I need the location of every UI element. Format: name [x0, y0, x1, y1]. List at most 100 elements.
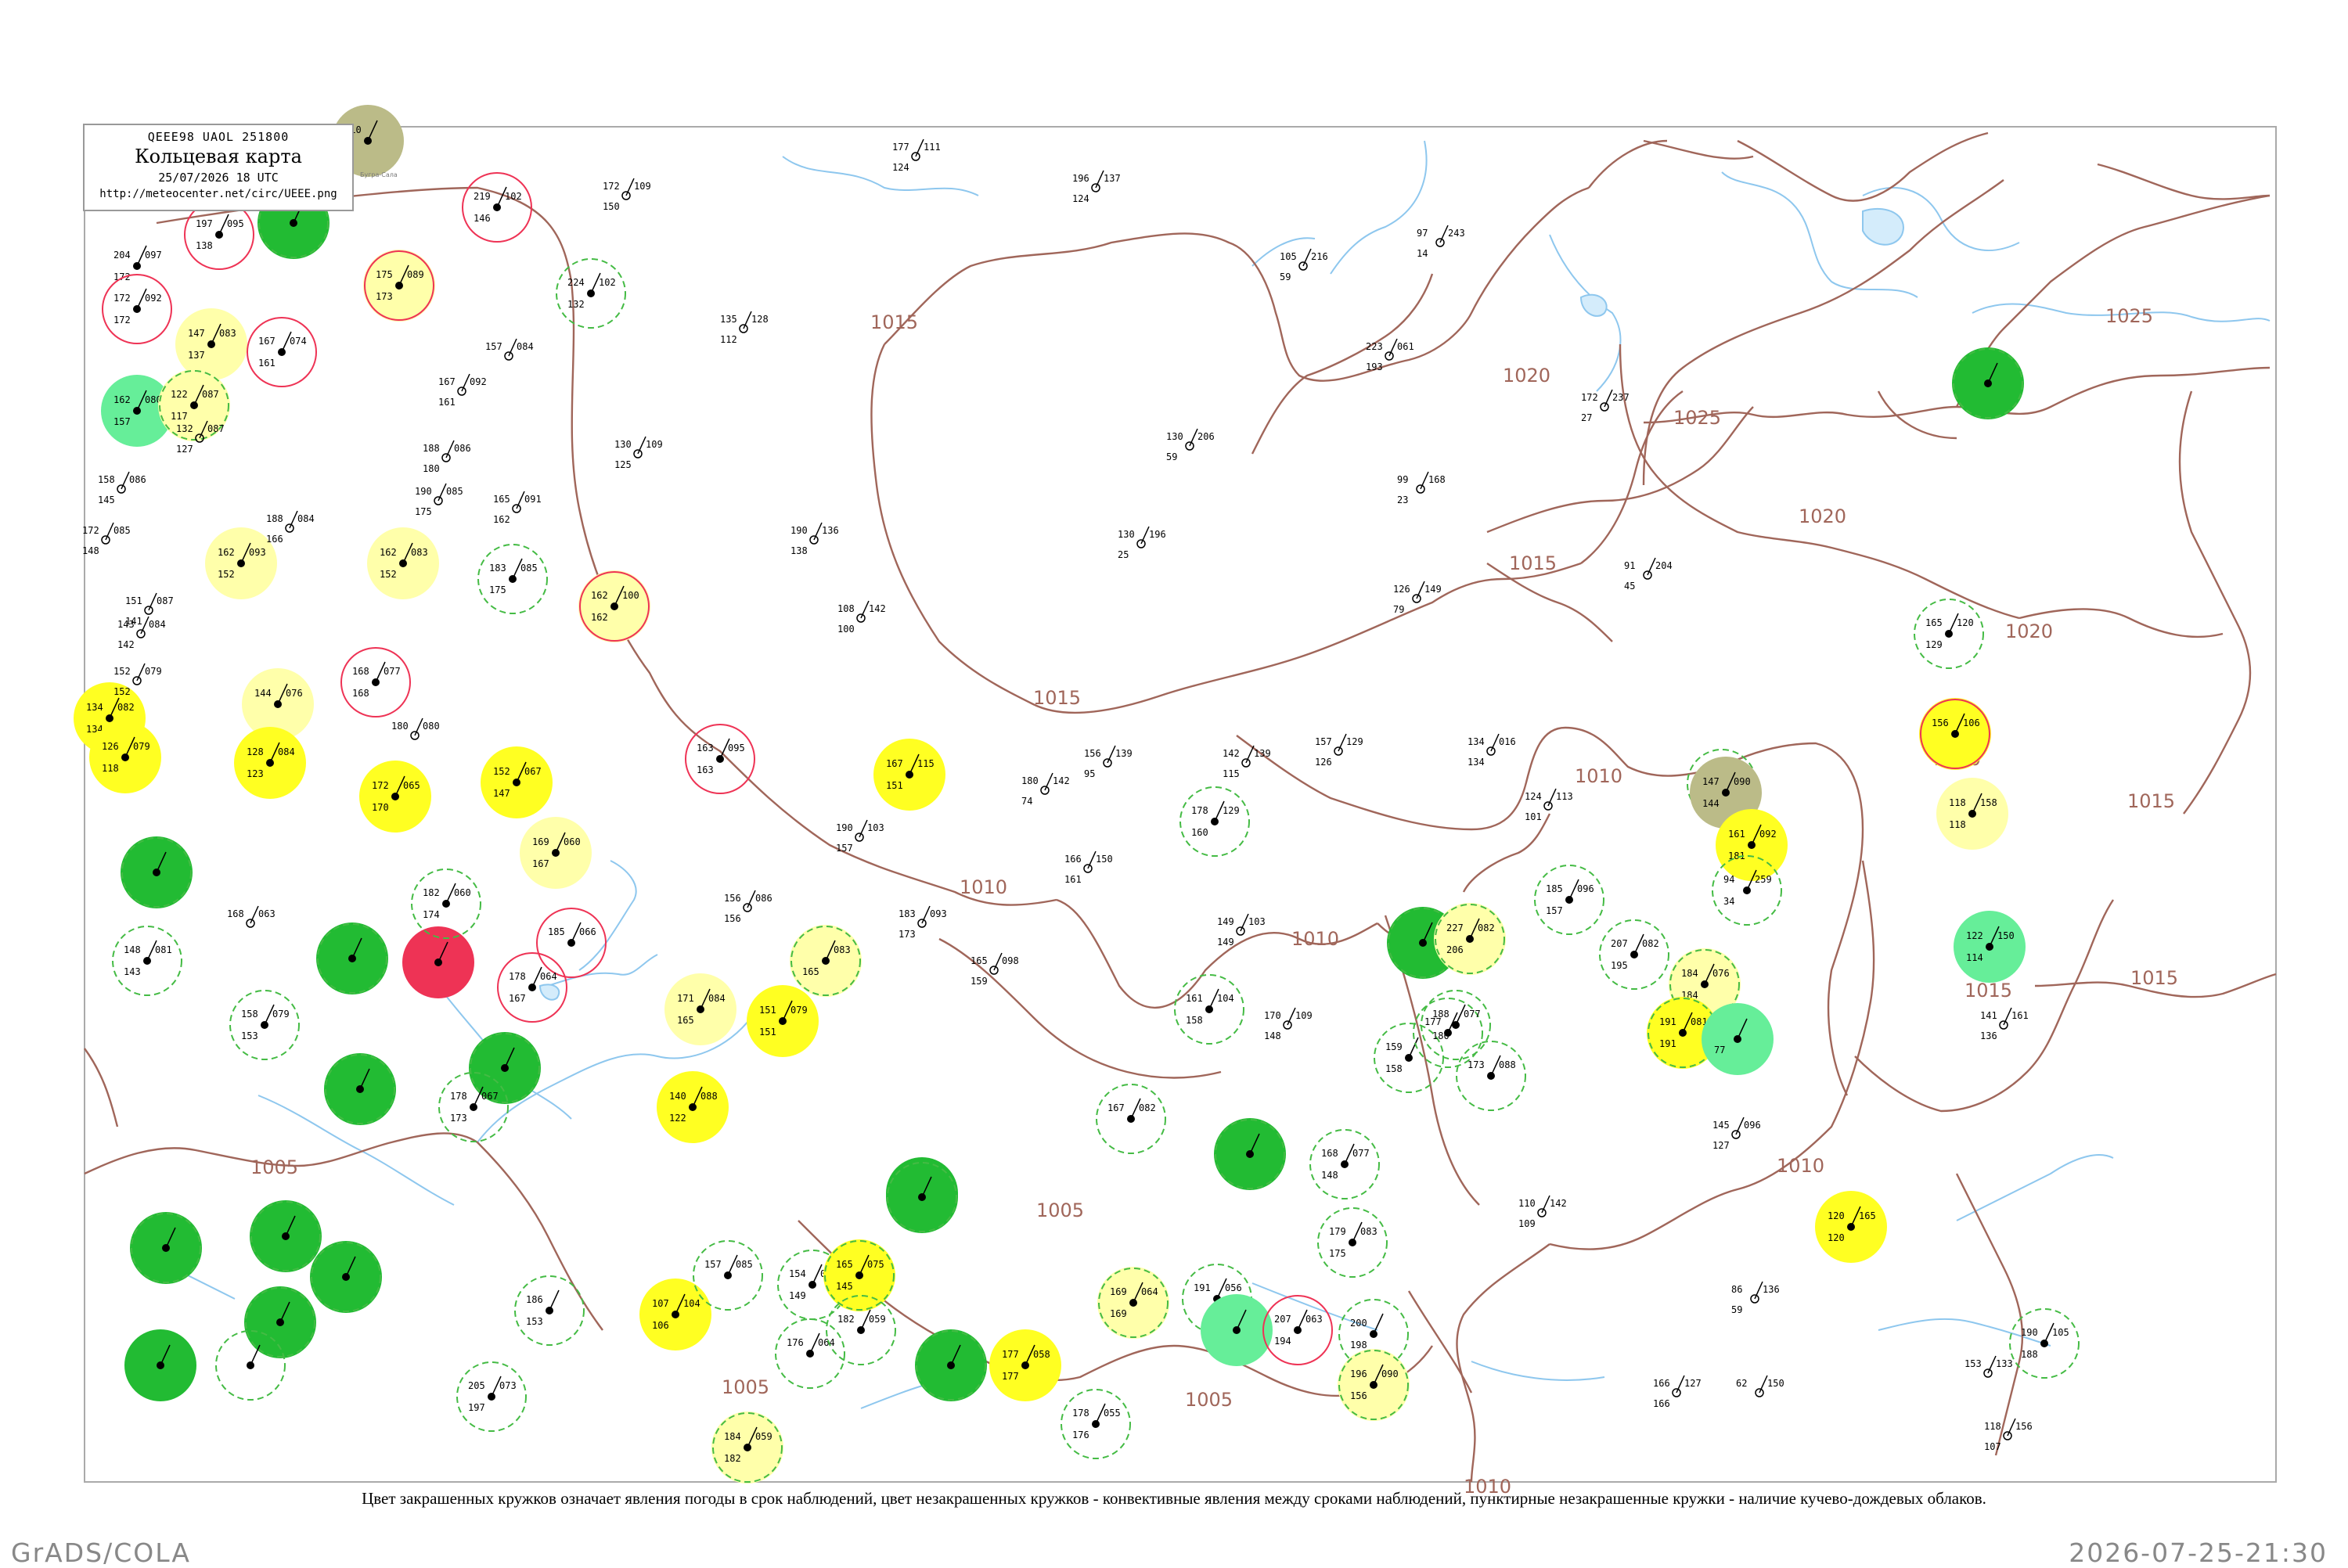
station-pressure: 156	[2015, 1421, 2033, 1432]
station-pressure: 081	[155, 944, 172, 955]
station-dewpoint: 168	[352, 688, 369, 699]
station-plot: 185 096 157	[1534, 865, 1604, 935]
station-temperature: 165	[971, 955, 988, 966]
station-temperature: 188	[423, 443, 440, 454]
station-temperature: 97	[1417, 228, 1428, 239]
station-pressure: 158	[1980, 797, 1997, 808]
station-pressure: 056	[1225, 1282, 1242, 1293]
station-temperature: 191	[1194, 1282, 1211, 1293]
station-dewpoint: 163	[697, 764, 714, 775]
station-plot: 190 103 157	[836, 819, 884, 854]
station-temperature: 188	[1432, 1009, 1449, 1020]
station-pressure: 064	[818, 1337, 835, 1348]
station-dewpoint: 27	[1581, 412, 1592, 423]
station-pressure: 089	[407, 269, 424, 280]
station-temperature: 118	[1984, 1421, 2001, 1432]
station-dewpoint: 25	[1118, 549, 1129, 560]
station-plot: 99 168 23	[1397, 471, 1446, 505]
station-plot: 190 085 175	[415, 483, 463, 517]
wind-barb	[1287, 1007, 1296, 1026]
station-dewpoint: 124	[892, 162, 909, 173]
station-temperature: 154	[789, 1268, 806, 1279]
station-dewpoint: 59	[1280, 272, 1291, 282]
rivers-and-coastlines	[140, 140, 2271, 1409]
station-dewpoint: 114	[1966, 952, 1983, 963]
station-dewpoint: 101	[1525, 811, 1542, 822]
station-temperature: 99	[1397, 474, 1408, 485]
station-plot: 130 206 59	[1166, 428, 1215, 462]
station-temperature: 94	[1723, 874, 1734, 885]
wind-barb	[813, 522, 823, 541]
station-pressure: 103	[867, 822, 884, 833]
station-temperature: 130	[1166, 431, 1183, 442]
station-plot: 147 083 137	[175, 308, 247, 380]
station-pressure: 079	[790, 1005, 808, 1016]
station-dewpoint: 162	[493, 514, 510, 525]
wind-barb	[1044, 772, 1053, 791]
station-temperature: 184	[724, 1431, 741, 1442]
station-dewpoint: 123	[247, 768, 264, 779]
station-temperature: 159	[1385, 1041, 1403, 1052]
station-pressure: 084	[297, 513, 315, 524]
station-plot: 169 064 169	[1097, 1267, 1169, 1339]
isobar-label: 1005	[1036, 1199, 1084, 1221]
station-plot	[310, 1241, 382, 1313]
station-pressure: 097	[145, 250, 162, 261]
station-temperature: 172	[1581, 392, 1598, 403]
station-plot: 161 104 158	[1174, 974, 1244, 1045]
wind-barb	[1759, 1375, 1768, 1394]
isobar-label: 1015	[870, 311, 918, 333]
isobar-label: 1015	[1964, 980, 2012, 1002]
wind-barb	[461, 373, 470, 392]
station-plot	[1201, 1294, 1273, 1366]
wind-barb	[414, 717, 423, 736]
station-plot: 97 243 14	[1417, 225, 1465, 259]
station-plot: 172 065 170	[359, 761, 431, 833]
map-source-url[interactable]: http://meteocenter.net/circ/UEEE.png	[85, 188, 352, 200]
station-pressure: 096	[1577, 883, 1594, 894]
station-dewpoint: 173	[450, 1113, 467, 1124]
synoptic-map: 1015 1015 1020 1025 1025 1020 1015 1015 …	[74, 105, 2277, 1498]
station-plot: 184 059 182	[711, 1412, 783, 1483]
station-pressure: 204	[1655, 560, 1673, 571]
station-pressure: 104	[683, 1298, 700, 1309]
station-plot: 172 085 148	[82, 522, 131, 556]
station-temperature: 122	[171, 389, 188, 400]
wind-barb	[1245, 745, 1255, 764]
station-pressure: 106	[1963, 717, 1980, 728]
station-dewpoint: 34	[1723, 896, 1734, 907]
station-temperature: 152	[493, 766, 510, 777]
station-dewpoint: 45	[1624, 581, 1635, 592]
bulletin-code: QEEE98 UAOL 251800	[147, 130, 290, 144]
station-plot: 152 067 147	[481, 746, 553, 818]
station-temperature: 172	[113, 293, 131, 304]
station-temperature: 151	[125, 595, 142, 606]
station-temperature: 151	[759, 1005, 776, 1016]
station-pressure: 067	[524, 766, 542, 777]
wind-barb	[859, 819, 868, 838]
station-pressure: 136	[822, 525, 839, 536]
station-temperature: 207	[1274, 1314, 1291, 1325]
station-dewpoint: 77	[1714, 1045, 1725, 1056]
station-pressure: 243	[1448, 228, 1465, 239]
station-dewpoint: 152	[380, 569, 397, 580]
station-plot: 140 088 122	[657, 1071, 729, 1143]
station-pressure: 098	[1002, 955, 1019, 966]
station-plot: 156 086 156	[724, 890, 772, 924]
station-temperature: 161	[1186, 993, 1203, 1004]
wind-barb	[2003, 1007, 2012, 1026]
station-plot: 176 064	[775, 1318, 845, 1389]
station-dewpoint: 162	[591, 612, 608, 623]
station-temperature: 178	[1191, 805, 1208, 816]
wind-barb	[438, 483, 447, 502]
station-temperature: 149	[1217, 916, 1234, 927]
station-plot: 205 073 197	[456, 1361, 527, 1432]
station-temperature: 200	[1350, 1318, 1367, 1329]
station-temperature: 168	[227, 908, 244, 919]
wind-barb	[1547, 788, 1557, 807]
station-dewpoint: 173	[899, 929, 916, 940]
station-temperature: 91	[1624, 560, 1635, 571]
wind-barb	[993, 952, 1003, 971]
wind-barb	[1420, 471, 1429, 490]
wind-barb	[1490, 733, 1500, 752]
